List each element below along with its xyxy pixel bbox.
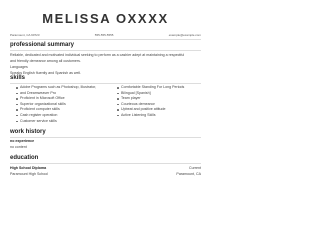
education-school: Paramount High School	[10, 171, 48, 176]
summary-divider	[10, 50, 201, 51]
skill-item: Active Listening Skills	[117, 113, 203, 119]
header-divider	[10, 39, 201, 40]
contact-email[interactable]: example@example.com	[169, 33, 201, 37]
summary-heading: professional summary	[10, 42, 75, 48]
education-location: Paramount, CA	[176, 171, 201, 176]
skills-heading: skills	[10, 75, 26, 81]
skills-divider	[10, 83, 201, 84]
skills-list: Adobe Programs such as Photoshop, Illust…	[16, 85, 203, 124]
contact-bar: Paramount, CA 90723 555-555-5555 example…	[10, 33, 201, 37]
education-degree: High School Diploma	[10, 166, 47, 170]
candidate-name: MELISSA OXXXX	[42, 11, 169, 26]
resume-page: MELISSA OXXXX Paramount, CA 90723 555-55…	[0, 0, 211, 239]
contact-phone: 555-555-5555	[94, 33, 114, 37]
skills-left-column: Adobe Programs such as Photoshop, Illust…	[16, 85, 112, 124]
education-row-1: High School Diploma Current	[10, 166, 201, 170]
summary-line-2: and friendly demeanor among all customer…	[10, 58, 81, 63]
education-status: Current	[189, 166, 201, 170]
work-history-divider	[10, 137, 201, 138]
education-divider	[10, 163, 201, 164]
contact-address: Paramount, CA 90723	[10, 33, 40, 37]
skill-item: Customer service skills	[16, 119, 112, 125]
education-row-2: Paramount High School Paramount, CA	[10, 172, 201, 176]
work-history-heading: work history	[10, 129, 46, 135]
skills-right-column: Comfortable Standing For Long Periods Bi…	[117, 85, 203, 124]
education-heading: education	[10, 155, 39, 161]
work-history-detail: no content	[10, 144, 27, 149]
